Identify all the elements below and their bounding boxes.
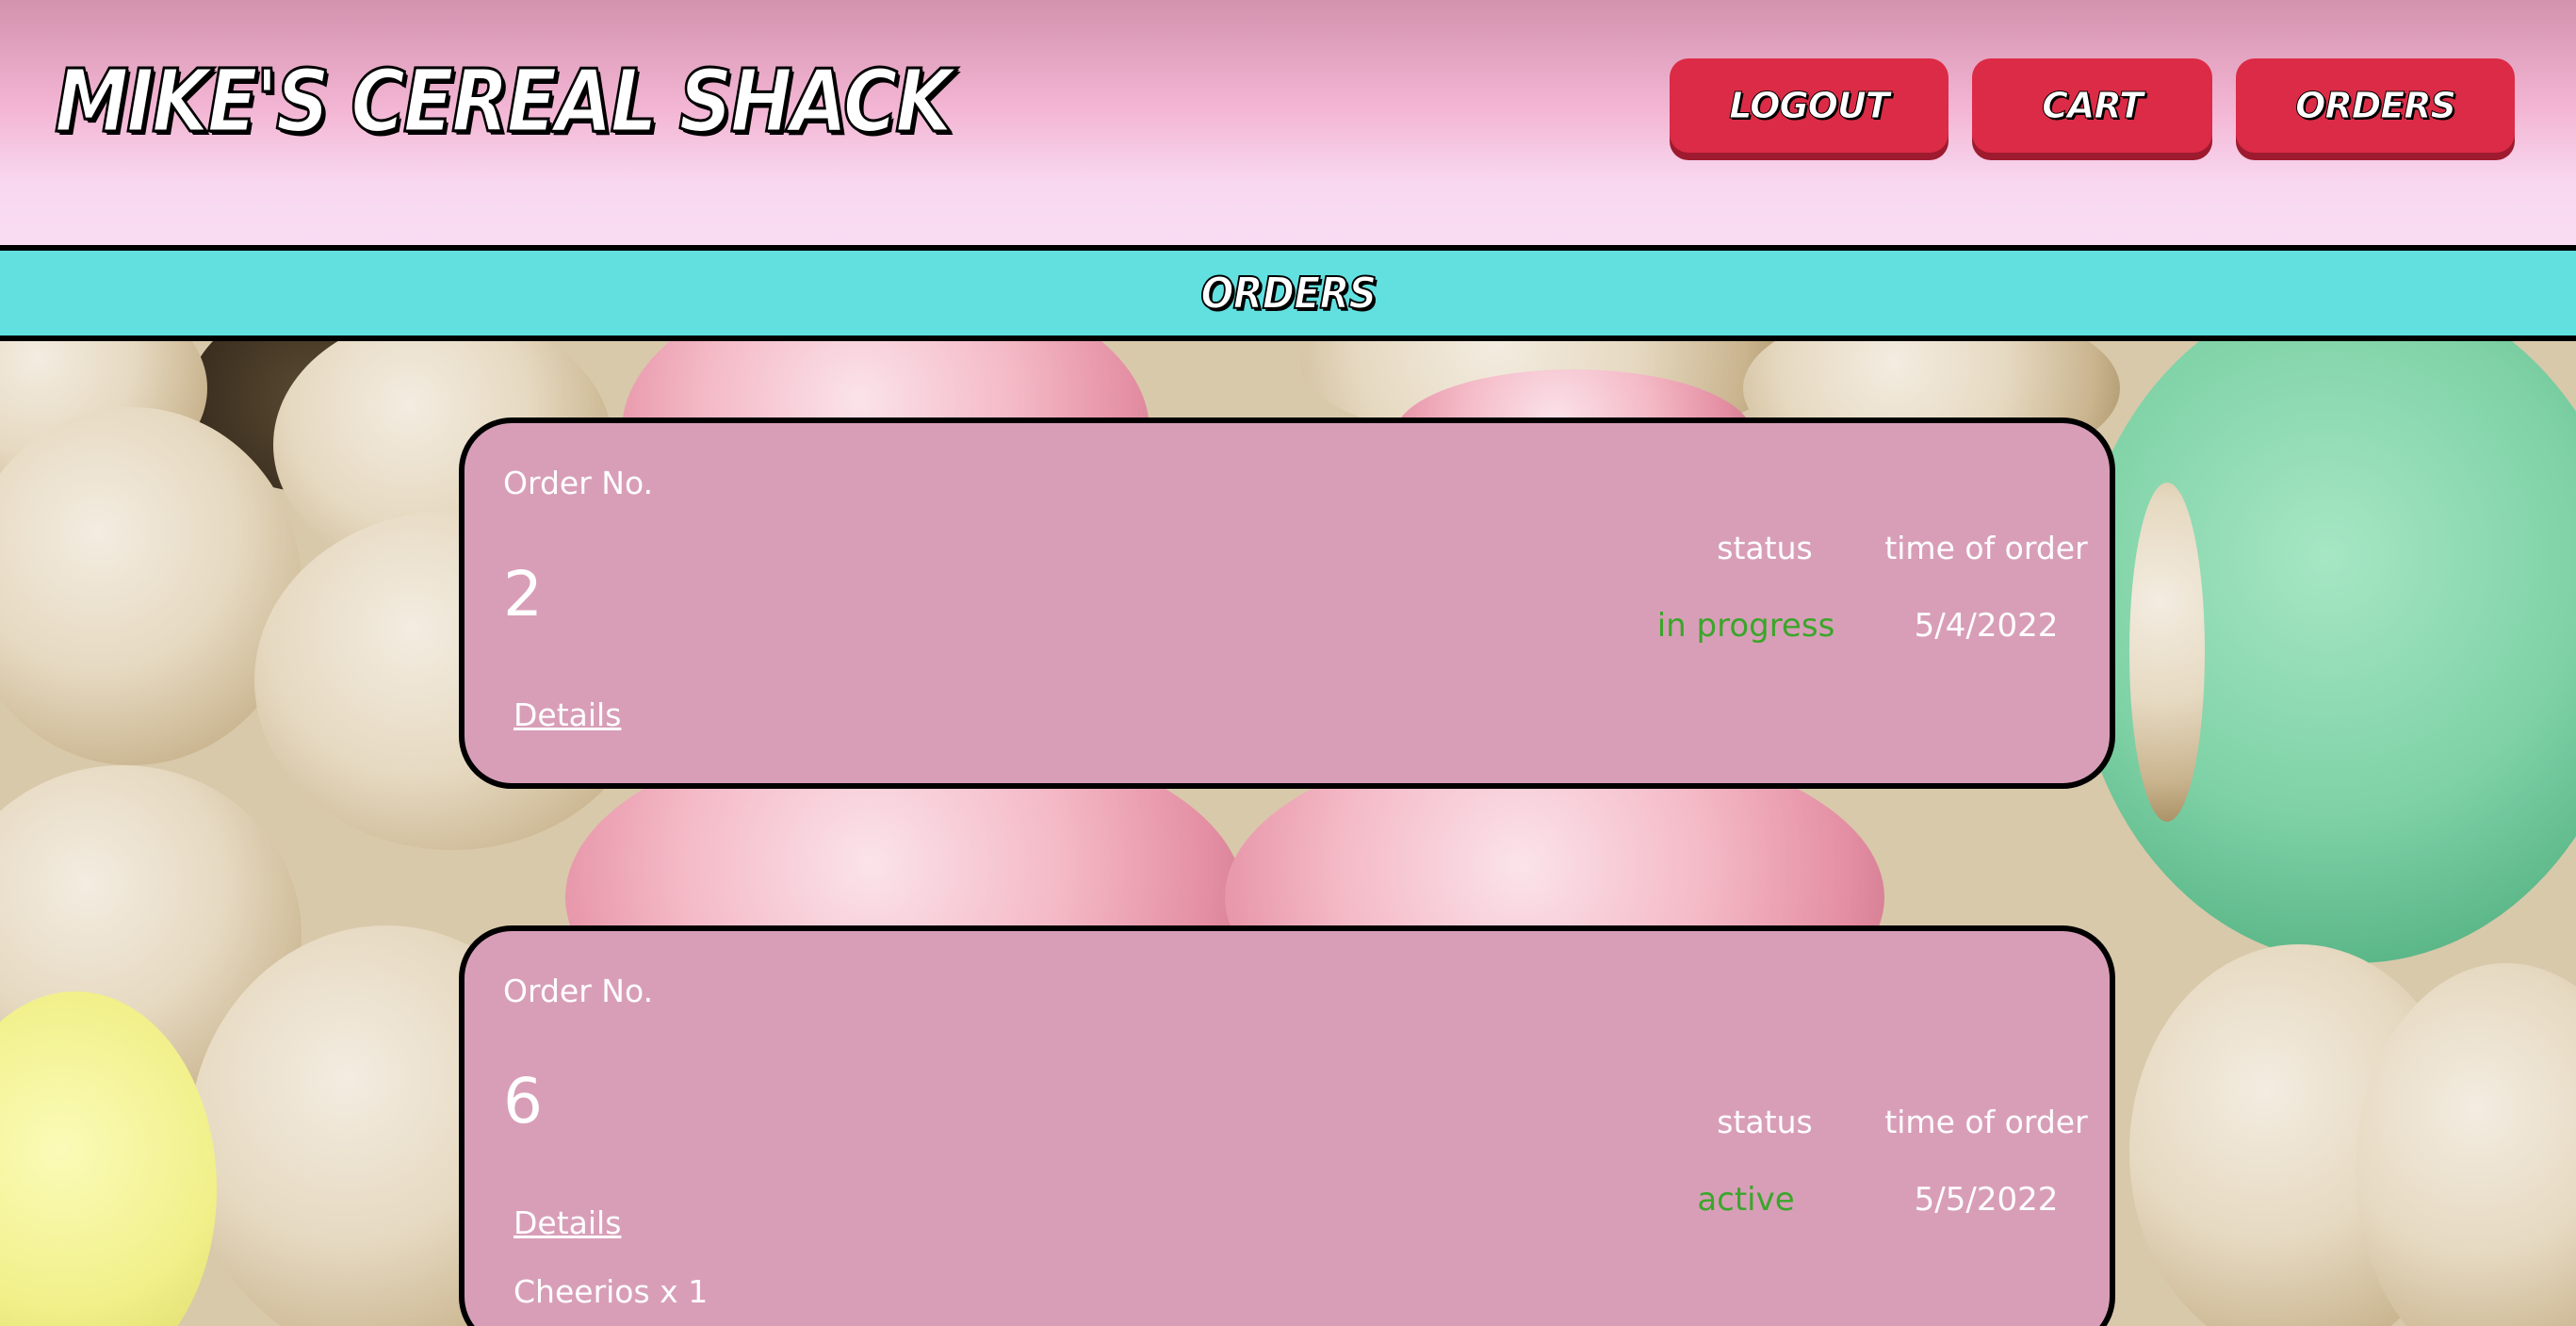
order-details-link[interactable]: Details — [514, 696, 621, 733]
cart-button[interactable]: CART — [1972, 58, 2212, 153]
orders-button[interactable]: ORDERS — [2236, 58, 2515, 153]
order-card: Order No. 6 Details Cheerios x 1 status … — [459, 925, 2115, 1326]
order-time: 5/5/2022 — [1914, 1181, 2059, 1219]
site-header: MIKE'S CEREAL SHACK LOGOUT CART ORDERS — [0, 0, 2576, 245]
order-number: 2 — [503, 558, 543, 630]
time-of-order-header: time of order — [1884, 1104, 2088, 1140]
page-title-bar: ORDERS — [0, 245, 2576, 341]
logout-button[interactable]: LOGOUT — [1670, 58, 1948, 153]
order-card: Order No. 2 Details status time of order… — [459, 417, 2115, 789]
brand-logo[interactable]: MIKE'S CEREAL SHACK — [54, 57, 954, 146]
order-number-label: Order No. — [503, 465, 654, 501]
order-time: 5/4/2022 — [1914, 607, 2059, 645]
order-number: 6 — [503, 1065, 543, 1138]
page-title: ORDERS — [1199, 267, 1378, 319]
order-details-link[interactable]: Details — [514, 1204, 621, 1241]
status-header: status — [1717, 530, 1813, 566]
time-of-order-header: time of order — [1884, 530, 2088, 566]
order-number-label: Order No. — [503, 973, 654, 1009]
order-item: Cheerios x 1 — [514, 1273, 709, 1310]
status-header: status — [1717, 1104, 1813, 1140]
